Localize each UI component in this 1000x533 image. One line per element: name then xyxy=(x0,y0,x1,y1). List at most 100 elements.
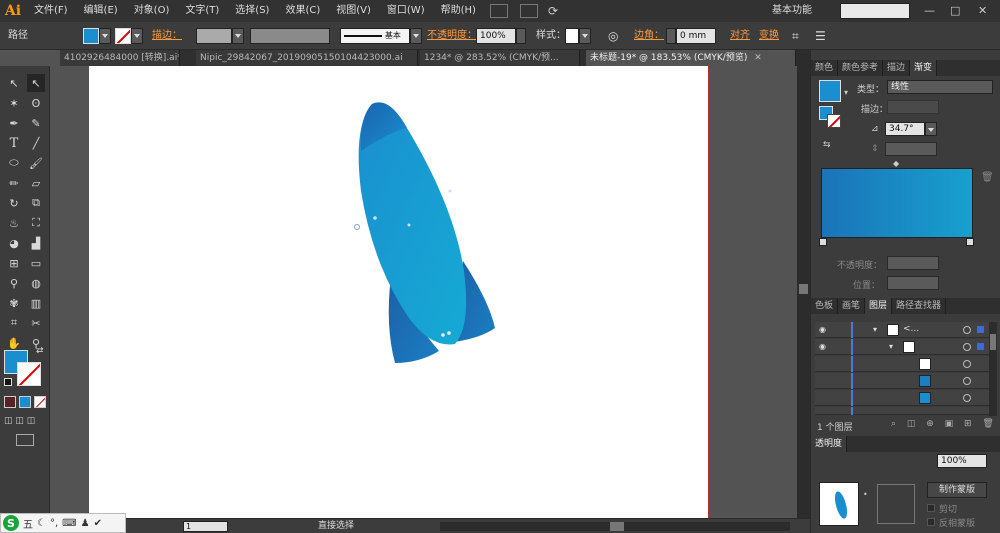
draw-mode-icon[interactable]: ◫ ◫ ◫ xyxy=(4,416,44,428)
align-button[interactable]: 对齐 xyxy=(730,22,750,50)
layer-selection-indicator[interactable] xyxy=(977,343,984,350)
stroke-weight-input[interactable] xyxy=(196,28,232,44)
graphic-style-swatch[interactable] xyxy=(565,28,579,44)
anchor-point[interactable] xyxy=(373,216,377,220)
gradient-stop-start[interactable] xyxy=(819,238,827,246)
layer-row[interactable]: ◉ ▾ xyxy=(815,339,989,355)
reverse-gradient-icon[interactable]: ⇆ xyxy=(823,140,831,150)
tab-layers[interactable]: 图层 xyxy=(865,298,893,314)
layer-target-circle[interactable] xyxy=(963,326,971,334)
arrange-documents-icon[interactable] xyxy=(519,4,538,18)
gradient-midpoint-icon[interactable]: ◆ xyxy=(893,159,899,168)
corner-label[interactable]: 边角： xyxy=(634,22,664,50)
symbol-sprayer-tool-icon[interactable]: ✾ xyxy=(5,294,23,312)
slice-tool-icon[interactable]: ✂ xyxy=(27,314,45,332)
menu-select[interactable]: 选择(S) xyxy=(227,0,277,22)
direct-selection-tool-icon[interactable]: ↖ xyxy=(27,74,45,92)
moon-icon[interactable]: ☾ xyxy=(37,518,46,529)
artboard-number-input[interactable]: 1 xyxy=(183,521,228,532)
color-mode-button[interactable] xyxy=(4,396,16,408)
layer-row[interactable] xyxy=(815,390,989,406)
stroke-swatch[interactable] xyxy=(115,28,131,44)
gradient-fill-swatch[interactable] xyxy=(819,80,841,102)
selection-tool-icon[interactable]: ↖ xyxy=(5,74,23,92)
anchor-point[interactable] xyxy=(448,189,452,193)
gradient-stop-end[interactable] xyxy=(966,238,974,246)
menu-effect[interactable]: 效果(C) xyxy=(277,0,328,22)
default-colors-icon[interactable] xyxy=(4,378,12,386)
graphic-style-dropdown[interactable] xyxy=(579,28,591,44)
help-search-input[interactable] xyxy=(840,3,910,19)
paintbrush-tool-icon[interactable]: 🖌 xyxy=(27,154,45,172)
visibility-eye-icon[interactable]: ◉ xyxy=(819,342,826,351)
transform-button[interactable]: 变换 xyxy=(759,22,779,50)
chain-link-icon[interactable]: • xyxy=(863,490,868,499)
layer-target-circle[interactable] xyxy=(963,377,971,385)
gradient-angle-dropdown[interactable] xyxy=(925,122,937,136)
none-mode-button[interactable] xyxy=(34,396,46,408)
ime-toolbar[interactable]: S 五 ☾ °, ⌨ ♟ ✔ xyxy=(0,513,126,533)
layer-selection-indicator[interactable] xyxy=(977,326,984,333)
tab-document-active[interactable]: 未标题-19* @ 183.53% (CMYK/预览) ✕ xyxy=(586,50,796,66)
gradient-type-select[interactable]: 线性 xyxy=(887,80,993,94)
layer-name[interactable]: <... xyxy=(903,324,919,334)
perspective-grid-tool-icon[interactable]: ▟ xyxy=(27,234,45,252)
gradient-mode-button[interactable] xyxy=(19,396,31,408)
layers-scrollbar[interactable] xyxy=(989,322,997,416)
eyedropper-tool-icon[interactable]: ⚲ xyxy=(5,274,23,292)
stroke-gradient-options[interactable] xyxy=(887,100,939,114)
keyboard-icon[interactable]: ⌨ xyxy=(62,518,76,529)
opacity-stepper[interactable] xyxy=(516,28,526,44)
panel-menu-icon[interactable]: ☰ xyxy=(815,22,826,50)
sync-icon[interactable]: ⟳ xyxy=(548,4,558,18)
layers-footer-icons[interactable]: ⌕ ◫ ⊕ ▣ ⊞ 🗑 xyxy=(891,419,998,429)
make-mask-button[interactable]: 制作蒙版 xyxy=(927,482,987,498)
layer-row[interactable] xyxy=(815,356,989,372)
vertical-scroll-thumb[interactable] xyxy=(799,284,808,294)
scale-tool-icon[interactable]: ⧉ xyxy=(27,194,45,212)
stroke-label[interactable]: 描边： xyxy=(152,22,182,50)
canvas-area[interactable] xyxy=(51,66,797,518)
layer-target-circle[interactable] xyxy=(963,360,971,368)
anchor-point[interactable] xyxy=(441,333,445,337)
tab-swatches[interactable]: 色板 xyxy=(811,298,839,314)
gradient-location-input[interactable] xyxy=(887,276,939,290)
invert-mask-checkbox[interactable] xyxy=(927,518,935,526)
punctuation-icon[interactable]: °, xyxy=(50,518,58,529)
corner-stepper[interactable] xyxy=(666,28,676,44)
swap-fill-stroke-icon[interactable]: ⇄ xyxy=(36,346,44,356)
wrench-icon[interactable]: ✔ xyxy=(94,518,102,529)
anchor-point[interactable] xyxy=(447,331,451,335)
rotate-tool-icon[interactable]: ↻ xyxy=(5,194,23,212)
expand-triangle-icon[interactable]: ▾ xyxy=(873,325,877,334)
layer-row[interactable] xyxy=(815,373,989,389)
stroke-color-box[interactable] xyxy=(17,362,41,386)
menu-object[interactable]: 对象(O) xyxy=(126,0,178,22)
horizontal-scroll-thumb[interactable] xyxy=(610,522,624,531)
pen-tool-icon[interactable]: ✒ xyxy=(5,114,23,132)
minimize-button[interactable]: — xyxy=(924,0,935,22)
horizontal-scrollbar[interactable] xyxy=(440,522,790,531)
opacity-mask-thumbnail[interactable] xyxy=(877,484,915,524)
skin-icon[interactable]: ♟ xyxy=(81,518,90,529)
menu-edit[interactable]: 编辑(E) xyxy=(76,0,126,22)
visibility-eye-icon[interactable]: ◉ xyxy=(819,325,826,334)
type-tool-icon[interactable]: T xyxy=(5,134,23,152)
menu-help[interactable]: 帮助(H) xyxy=(433,0,484,22)
transparency-opacity-input[interactable]: 100% xyxy=(937,454,987,468)
tab-color-guide[interactable]: 颜色参考 xyxy=(838,60,884,76)
free-transform-tool-icon[interactable]: ⛶ xyxy=(27,214,45,232)
tab-transparency[interactable]: 透明度 xyxy=(811,436,848,452)
gradient-opacity-input[interactable] xyxy=(887,256,939,270)
menu-view[interactable]: 视图(V) xyxy=(328,0,379,22)
tab-brushes[interactable]: 画笔 xyxy=(838,298,866,314)
gradient-aspect-input[interactable] xyxy=(885,142,937,156)
opacity-label[interactable]: 不透明度： xyxy=(427,22,477,50)
tab-stroke[interactable]: 描边 xyxy=(883,60,911,76)
line-tool-icon[interactable]: ╱ xyxy=(27,134,45,152)
brush-definition[interactable]: 基本 xyxy=(340,28,410,44)
close-window-button[interactable]: ✕ xyxy=(978,0,987,22)
delete-stop-icon[interactable]: 🗑 xyxy=(981,172,994,183)
layer-target-circle[interactable] xyxy=(963,343,971,351)
artboard[interactable] xyxy=(89,66,709,518)
